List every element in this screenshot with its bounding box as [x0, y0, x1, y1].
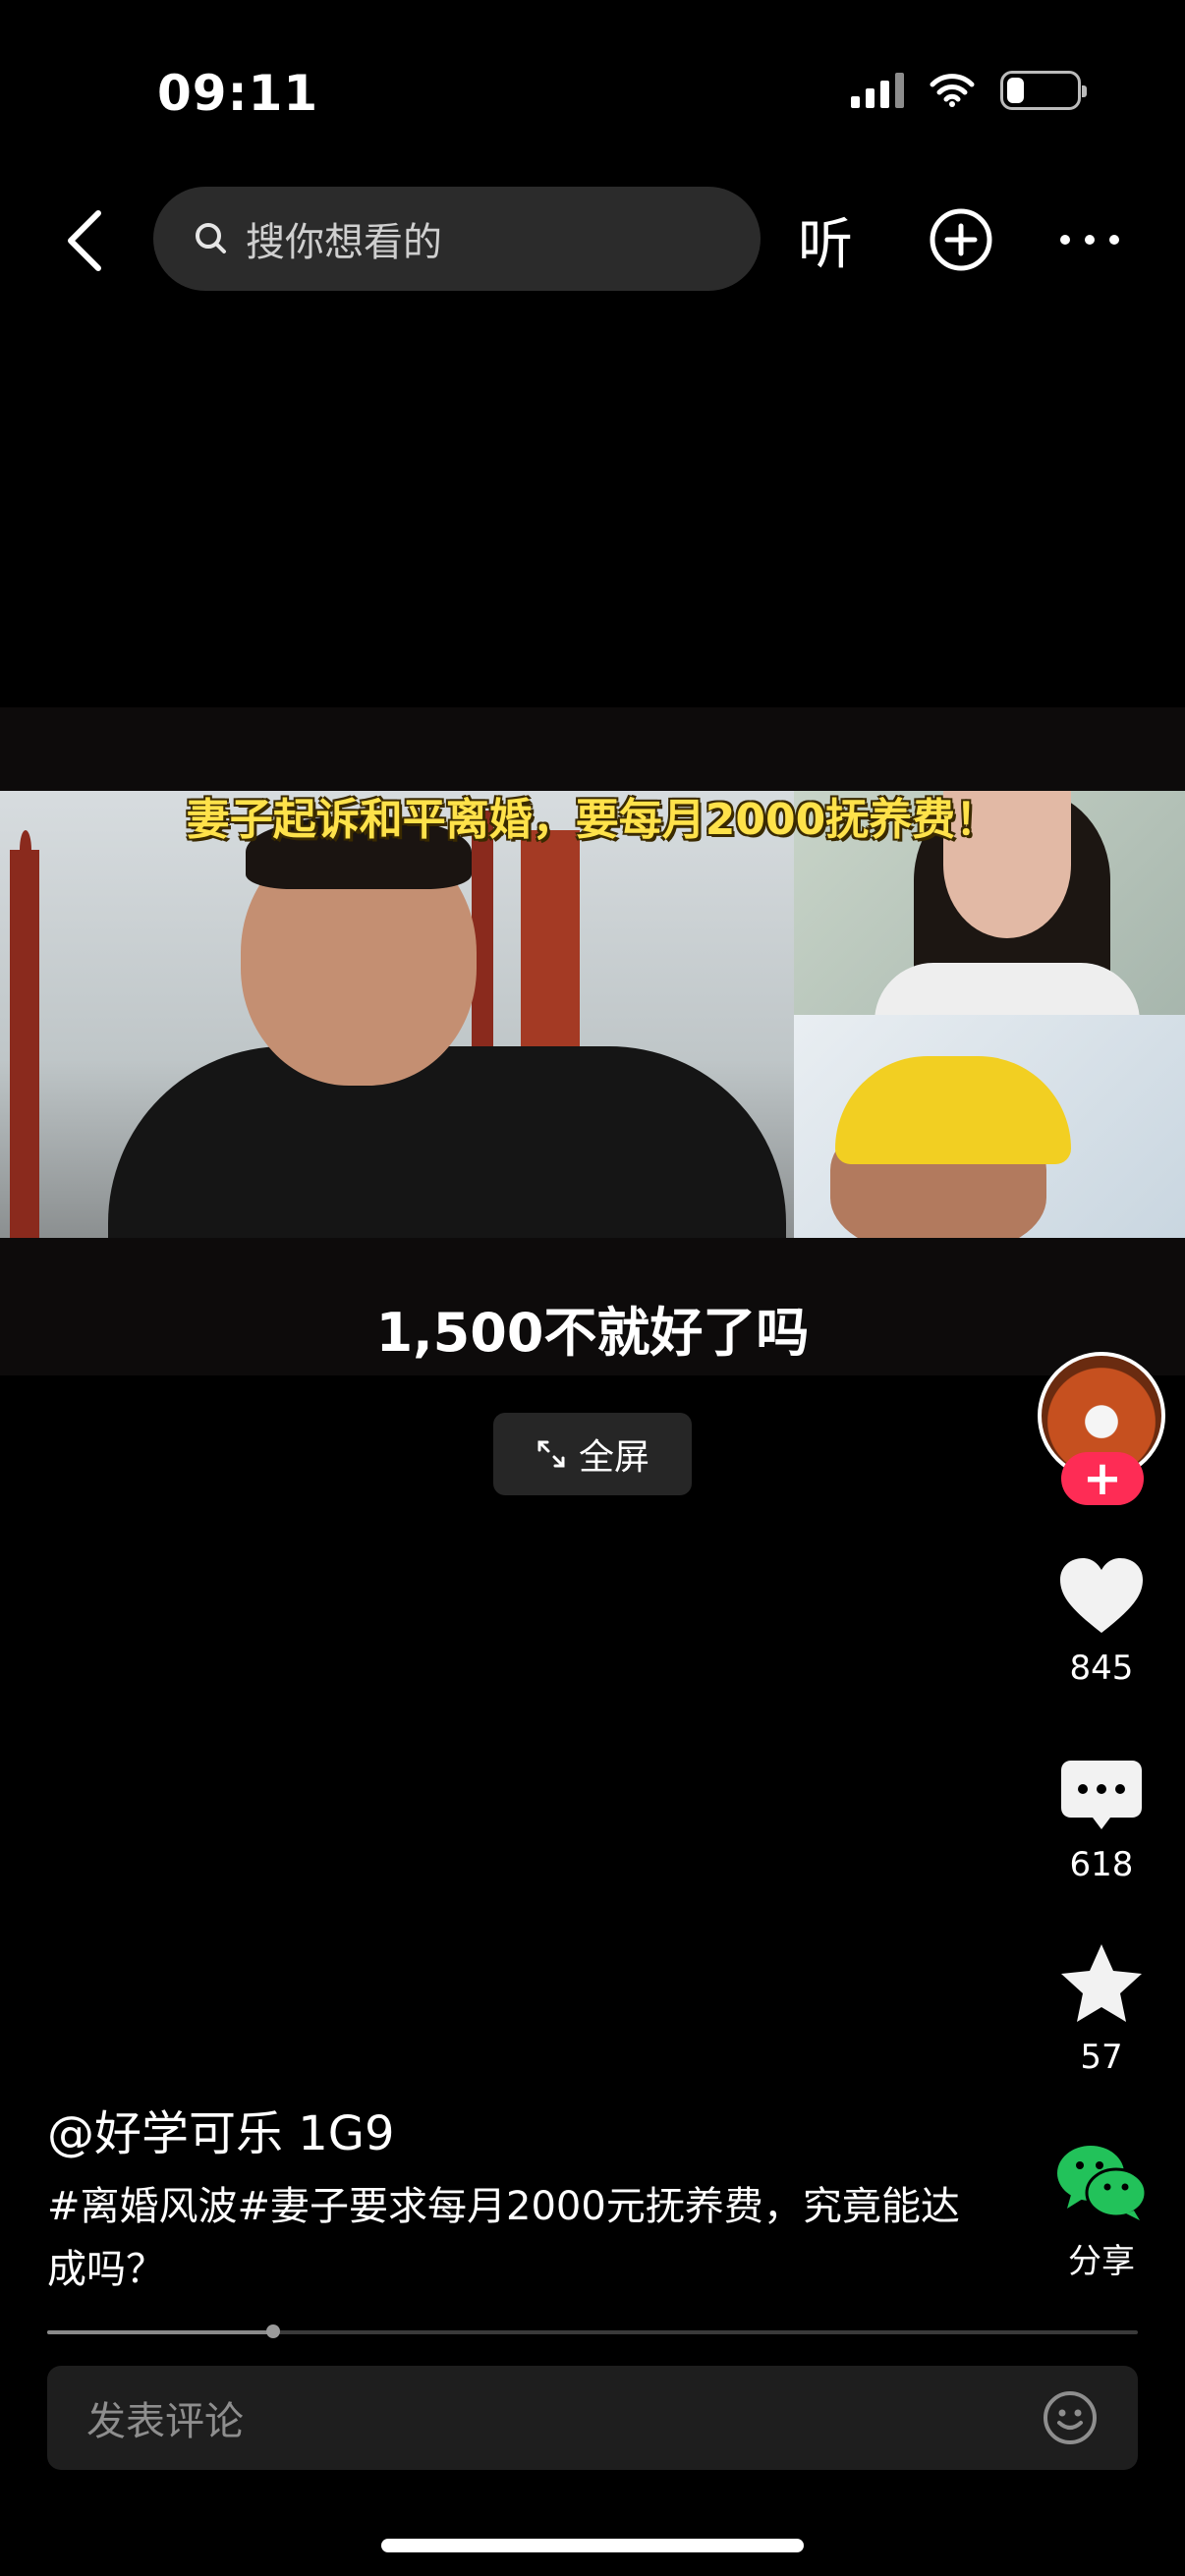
- video-frame: [0, 791, 1185, 1238]
- like-count: 845: [1069, 1649, 1134, 1688]
- author-name[interactable]: @好学可乐 1G9: [47, 2095, 395, 2163]
- share-button[interactable]: 分享: [1042, 2142, 1161, 2282]
- progress-knob[interactable]: [265, 2324, 280, 2338]
- playback-progress-bar[interactable]: [47, 2324, 1138, 2338]
- comment-placeholder: 发表评论: [86, 2399, 244, 2444]
- home-indicator[interactable]: [381, 2539, 804, 2552]
- like-button[interactable]: 845: [1042, 1554, 1161, 1688]
- smiley-icon[interactable]: [1042, 2389, 1099, 2446]
- search-icon: [196, 223, 226, 253]
- status-time: 09:11: [157, 65, 319, 122]
- wechat-icon: [1057, 2146, 1148, 2220]
- comment-input[interactable]: 发表评论: [47, 2366, 1138, 2470]
- video-subtitle: 1,500不就好了吗: [375, 1302, 810, 1364]
- wifi-icon: [930, 74, 975, 107]
- share-label: 分享: [1068, 2242, 1135, 2281]
- favorite-count: 57: [1080, 2038, 1123, 2077]
- fullscreen-button[interactable]: 全屏: [493, 1413, 692, 1495]
- progress-fill: [47, 2330, 273, 2334]
- star-icon: [1061, 1944, 1142, 2022]
- heart-icon: [1060, 1558, 1143, 1633]
- signal-icon: [851, 73, 904, 108]
- listen-button[interactable]: 听: [798, 200, 853, 280]
- more-button[interactable]: [1057, 214, 1122, 269]
- add-button[interactable]: [928, 206, 994, 277]
- more-dots-icon: [1060, 235, 1119, 245]
- search-placeholder: 搜你想看的: [246, 220, 442, 265]
- status-icons: [851, 71, 1087, 110]
- expand-icon: [537, 1440, 565, 1468]
- video-person-main: [108, 1046, 786, 1238]
- plus-circle-icon: [930, 208, 992, 271]
- follow-button[interactable]: +: [1061, 1451, 1144, 1506]
- chevron-left-icon: [68, 210, 101, 271]
- back-button[interactable]: [55, 201, 114, 280]
- favorite-button[interactable]: 57: [1042, 1941, 1161, 2077]
- video-title-overlay: 妻子起诉和平离婚，要每月2000抚养费！: [186, 795, 999, 845]
- video-description[interactable]: #离婚风波#妻子要求每月2000元抚养费，究竟能达成吗？: [47, 2175, 990, 2301]
- comment-button[interactable]: 618: [1042, 1757, 1161, 1884]
- search-input[interactable]: 搜你想看的: [153, 187, 761, 291]
- comment-bubble-icon: [1061, 1761, 1142, 1829]
- fullscreen-label: 全屏: [578, 1437, 649, 1478]
- comment-count: 618: [1069, 1845, 1134, 1884]
- battery-icon: [1000, 71, 1087, 110]
